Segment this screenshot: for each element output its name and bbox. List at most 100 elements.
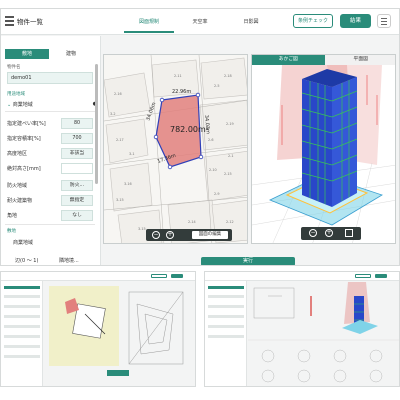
absolute-height-label: 絶対高さ[mm] [7, 166, 41, 172]
vertex-handle[interactable] [167, 164, 173, 170]
thumbnail-line [4, 325, 40, 328]
zoom-out-button[interactable]: − [152, 231, 160, 239]
map-toolbar: − + 図面の編集 [146, 229, 232, 241]
absolute-height-input[interactable] [61, 163, 93, 174]
lot-label: 2-6 [208, 138, 214, 142]
sidebar-scrollbar[interactable] [95, 64, 98, 184]
thumbnail-result-button [171, 274, 183, 278]
tab-zoning[interactable]: 図面規制 [124, 18, 174, 33]
hamburger-menu-icon[interactable] [5, 16, 14, 26]
thumbnail-top-bar [205, 272, 399, 281]
edge-label: 辺(0 〜 1) [15, 258, 39, 264]
screenshot-thumbnail-map [0, 271, 196, 387]
lot-label: 3-16 [124, 182, 132, 186]
site-map: 782.00m² 22.96m 34.06m 17.36m 34.03m 2-1… [104, 55, 247, 243]
thumbnail-check-button [151, 274, 167, 278]
lot-label: 3-15 [116, 198, 124, 202]
dimension-top: 22.96m [172, 89, 191, 95]
divider [5, 224, 95, 225]
fireproof-label: 耐火建築物 [7, 198, 33, 204]
lot-label: 2-10 [209, 168, 217, 172]
property-name-input[interactable]: demo01 [7, 72, 93, 84]
lot-label: 2-12 [226, 220, 234, 224]
height-district-label: 高度地区 [7, 151, 28, 157]
tab-plan[interactable]: 平面図 [324, 55, 395, 65]
edge-type-select[interactable]: 隣地境... [59, 257, 79, 264]
thumbnail-map [49, 286, 184, 376]
zoom-in-button[interactable]: + [166, 231, 174, 239]
top-bar: 物件一覧 図面規制 天空率 日影図 条例チェック 結果 [1, 9, 399, 35]
thumbnail-line [4, 345, 40, 348]
lower-district-value: 商業地域 [13, 240, 34, 246]
thumbnail-line [208, 325, 244, 328]
lot-label: 2-1 [228, 154, 234, 158]
floor-area-ratio-input[interactable]: 700 [61, 133, 93, 144]
result-button[interactable]: 結果 [340, 14, 371, 28]
corner-lot-select[interactable]: なし [61, 210, 93, 221]
thumbnail-3d-view [248, 282, 399, 383]
thumbnail-line [208, 315, 244, 318]
lot-label: 3-15 [138, 227, 146, 231]
lot-label: 2-19 [226, 122, 234, 126]
ordinance-check-button[interactable]: 条例チェック [293, 14, 333, 28]
lot-label: 2-18 [224, 74, 232, 78]
fireproof-select[interactable]: 無指定 [61, 195, 93, 206]
thumbnail-line [208, 286, 244, 289]
tab-building[interactable]: 建物 [49, 49, 93, 59]
building-3d-render [252, 65, 395, 243]
divider [5, 111, 95, 112]
lot-label: 2-11 [174, 74, 182, 78]
fullscreen-icon[interactable] [345, 229, 353, 237]
vertex-handle[interactable] [153, 134, 159, 140]
tab-site[interactable]: 敷地 [5, 49, 49, 59]
vertex-handle[interactable] [198, 154, 204, 160]
thumbnail-top-bar [1, 272, 195, 281]
thumbnail-sidebar [205, 281, 247, 386]
tab-shadow[interactable]: 日影図 [226, 18, 276, 25]
district-value: 商業地域 [12, 102, 33, 108]
thumbnail-line [4, 355, 40, 358]
thumbnail-check-button [355, 274, 371, 278]
area-label: 782.00m² [170, 125, 209, 134]
zoom-out-button[interactable]: − [309, 229, 317, 237]
lot-label: 2-5 [214, 84, 220, 88]
property-name-label: 物件名 [7, 65, 21, 70]
fire-district-label: 防火地域 [7, 183, 28, 189]
page-title: 物件一覧 [17, 18, 43, 26]
thumbnail-line [4, 286, 40, 289]
view-toolbar: − + [301, 227, 361, 240]
corner-lot-label: 角地 [7, 213, 18, 219]
run-button[interactable]: 実行 [201, 257, 295, 265]
building-face-front [302, 79, 332, 207]
height-district-select[interactable]: 非該当 [61, 148, 93, 159]
lot-label: 2-9 [214, 192, 220, 196]
vertex-handle[interactable] [159, 97, 165, 103]
lot-label: 2-16 [114, 92, 122, 96]
lot-label: 2-15 [224, 172, 232, 176]
thumbnail-result-button [375, 274, 387, 278]
coverage-ratio-label: 指定建ぺい率[%] [7, 121, 46, 127]
fire-district-select[interactable]: 防火... [61, 180, 93, 191]
floor-area-ratio-label: 指定容積率[%] [7, 136, 41, 142]
sidebar: 敷地 建物 物件名 demo01 用途地域 ⌄ 商業地域 ● 指定建ぺい率[%]… [1, 36, 101, 265]
tab-sky-factor[interactable]: 天空率 [175, 18, 225, 25]
thumbnail-line [4, 315, 40, 318]
list-menu-button[interactable] [377, 14, 391, 28]
district-select[interactable]: ⌄ 商業地域 ● [7, 101, 97, 108]
lot-label: 2-17 [116, 138, 124, 142]
tab-perspective[interactable]: あかご図 [252, 55, 325, 65]
building-face-side [332, 77, 357, 207]
lot-label: 2-14 [188, 220, 196, 224]
vertex-handle[interactable] [195, 92, 201, 98]
site-section-label: 敷地 [7, 229, 16, 234]
edit-drawing-button[interactable]: 図面の編集 [192, 231, 228, 239]
screenshot-thumbnail-3d [204, 271, 400, 387]
map-view[interactable]: 782.00m² 22.96m 34.06m 17.36m 34.03m 2-1… [103, 54, 248, 244]
lot-label: 3-1 [129, 152, 135, 156]
coverage-ratio-input[interactable]: 80 [61, 118, 93, 129]
main-screenshot: 物件一覧 図面規制 天空率 日影図 条例チェック 結果 敷地 建物 物件名 de… [0, 8, 400, 266]
district-label: 用途地域 [7, 92, 25, 97]
zoom-in-button[interactable]: + [325, 229, 333, 237]
3d-view[interactable]: あかご図 平面図 [251, 54, 396, 244]
chevron-down-icon: ⌄ [7, 102, 12, 108]
